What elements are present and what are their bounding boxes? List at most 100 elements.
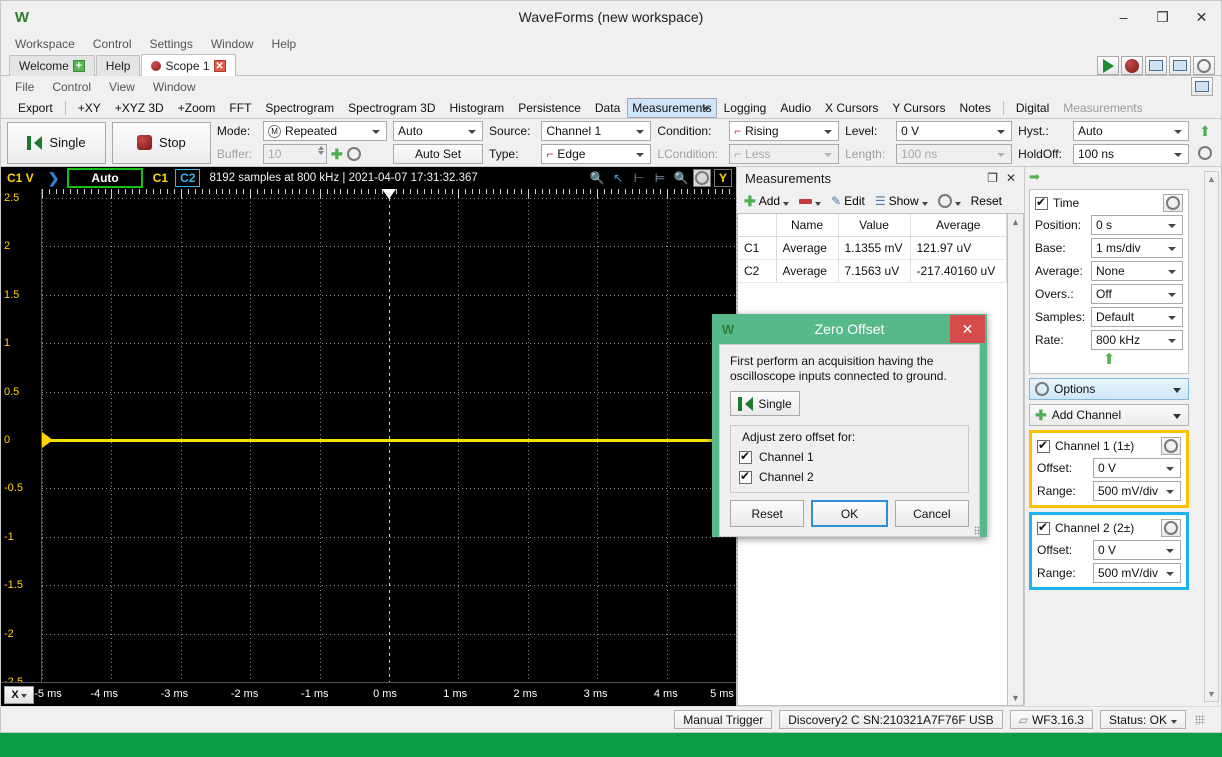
align-both-icon[interactable]: ⊨ [651,169,669,187]
stop-button[interactable]: Stop [111,121,211,164]
instrument-menu-window[interactable]: Window [153,80,196,94]
toolbar-measurements-secondary[interactable]: Measurements [1056,99,1149,117]
toolbar-histogram[interactable]: Histogram [443,99,512,117]
version-info[interactable]: ▱ WF3.16.3 [1009,710,1093,729]
rate-select[interactable]: 800 kHz [1091,330,1183,350]
single-button[interactable]: Single [7,121,106,164]
scope-auto-indicator[interactable]: Auto [67,168,143,188]
add-channel-button[interactable]: ✚ Add Channel [1029,404,1189,426]
show-measurement-button[interactable]: ☰ Show [872,193,931,209]
time-up-arrow-icon[interactable]: ⬆ [1035,352,1183,369]
oversampling-select[interactable]: Off [1091,284,1183,304]
scope-badge-c1[interactable]: C1 [149,170,172,186]
menu-item-help[interactable]: Help [272,37,297,51]
toolbar-spectrogram[interactable]: Spectrogram [258,99,341,117]
trigger-length-select[interactable]: 100 ns [896,144,1013,164]
tab-help[interactable]: Help [95,55,141,76]
chevron-down-icon[interactable] [954,201,961,206]
close-icon[interactable]: ✕ [213,59,226,72]
trigger-mode-select[interactable]: Auto [393,121,484,141]
trigger-level-select[interactable]: 0 V [896,121,1013,141]
buffer-stepper[interactable]: 10 [263,144,328,164]
scope-settings-gear-icon[interactable] [693,169,711,187]
instrument-menu-file[interactable]: File [15,80,34,94]
dialog-resize-grip[interactable] [974,526,983,535]
minimize-button[interactable]: – [1104,1,1143,33]
channel-2-offset-select[interactable]: 0 V [1093,540,1181,560]
x-axis-menu-button[interactable]: X [4,685,34,704]
remove-measurement-button[interactable] [796,196,824,207]
channel-1-offset-select[interactable]: 0 V [1093,458,1181,478]
toolbar-digital[interactable]: Digital [1009,99,1056,117]
toolbar-x-cursors[interactable]: X Cursors [818,99,885,117]
chevron-down-icon[interactable] [783,201,790,206]
resize-grip[interactable] [1195,714,1205,725]
edit-measurement-button[interactable]: ✎ Edit [828,193,868,209]
toolbar-notes[interactable]: Notes [953,99,998,117]
menu-item-window[interactable]: Window [211,37,254,51]
channel-2-gear-icon[interactable] [1161,519,1181,537]
samples-select[interactable]: Default [1091,307,1183,327]
stop-record-icon[interactable] [1121,56,1143,75]
gear-icon[interactable] [1193,56,1215,75]
toolbar-logging[interactable]: Logging [717,99,774,117]
channel-1-range-select[interactable]: 500 mV/div [1093,481,1181,501]
toolbar-persistence[interactable]: Persistence [511,99,588,117]
tile-windows-icon[interactable] [1169,56,1191,75]
menu-item-control[interactable]: Control [93,37,132,51]
base-select[interactable]: 1 ms/div [1091,238,1183,258]
instrument-menu-view[interactable]: View [109,80,135,94]
trigger-gear-icon[interactable] [1195,145,1215,163]
chevron-down-icon[interactable] [921,201,928,206]
cursor-arrow-icon[interactable]: ↖ [609,169,627,187]
channel-1-gear-icon[interactable] [1161,437,1181,455]
trigger-type-select[interactable]: ⌐ Edge [541,144,652,164]
plus-icon[interactable]: + [72,60,85,72]
table-row[interactable]: C1 Average 1.1355 mV 121.97 uV [738,236,1007,260]
dialog-cancel-button[interactable]: Cancel [894,500,969,527]
reset-measurements-button[interactable]: Reset [968,193,1005,209]
run-icon[interactable] [1097,56,1119,75]
trigger-up-arrow-icon[interactable]: ⬆ [1195,123,1215,140]
hysteresis-select[interactable]: Auto [1072,121,1189,141]
time-settings-gear-icon[interactable] [1163,194,1183,212]
tab-scope-1[interactable]: Scope 1 ✕ [141,54,236,76]
cascade-windows-icon[interactable] [1145,56,1167,75]
toolbar-spectrogram-3d[interactable]: Spectrogram 3D [341,99,442,117]
y-axis-toggle-button[interactable]: Y [714,169,732,187]
toolbar-xyz-3d[interactable]: +XYZ 3D [108,99,171,117]
scope-badge-c2[interactable]: C2 [175,169,201,187]
scroll-up-icon[interactable]: ▲ [1008,214,1023,229]
manual-trigger-button[interactable]: Manual Trigger [674,710,773,729]
scroll-down-icon[interactable]: ▼ [1008,690,1023,705]
dialog-close-button[interactable]: ✕ [950,315,985,343]
instrument-menu-control[interactable]: Control [52,80,91,94]
buffer-settings-gear-icon[interactable] [346,147,361,161]
trigger-arrow-icon[interactable]: ❯ [40,170,68,187]
toolbar-export[interactable]: Export [11,99,60,117]
stepper-arrows-icon[interactable] [318,146,325,155]
add-measurement-button[interactable]: ✚ Add [741,193,792,209]
menu-item-settings[interactable]: Settings [150,37,193,51]
menu-item-workspace[interactable]: Workspace [15,37,75,51]
toolbar-data[interactable]: Data [588,99,627,117]
chevron-down-icon[interactable] [1171,720,1177,724]
trigger-lcondition-select[interactable]: ⌐ Less [729,144,840,164]
chevron-down-icon[interactable] [815,201,822,206]
mode-select[interactable]: M Repeated [263,121,388,141]
add-buffer-icon[interactable]: ✚ [331,147,343,161]
measurements-scrollbar[interactable]: ▲ ▼ [1007,213,1024,706]
dialog-reset-button[interactable]: Reset [730,500,805,527]
status-badge[interactable]: Status: OK [1099,710,1186,729]
channel-1-level-marker[interactable] [42,432,53,448]
position-select[interactable]: 0 s [1091,215,1183,235]
toolbar-fft[interactable]: FFT [222,99,258,117]
settings-panel-scrollbar[interactable]: ▲ ▼ [1204,171,1219,702]
close-button[interactable]: ✕ [1182,1,1221,33]
panel-expand-arrow-icon[interactable]: ➡ [1029,170,1189,185]
scroll-down-icon[interactable]: ▼ [1205,687,1218,701]
toolbar-xy[interactable]: +XY [71,99,108,117]
device-info[interactable]: Discovery2 C SN:210321A7F76F USB [779,710,1003,729]
dialog-channel-2-checkbox[interactable] [739,469,752,484]
time-enable-checkbox[interactable] [1035,195,1048,210]
